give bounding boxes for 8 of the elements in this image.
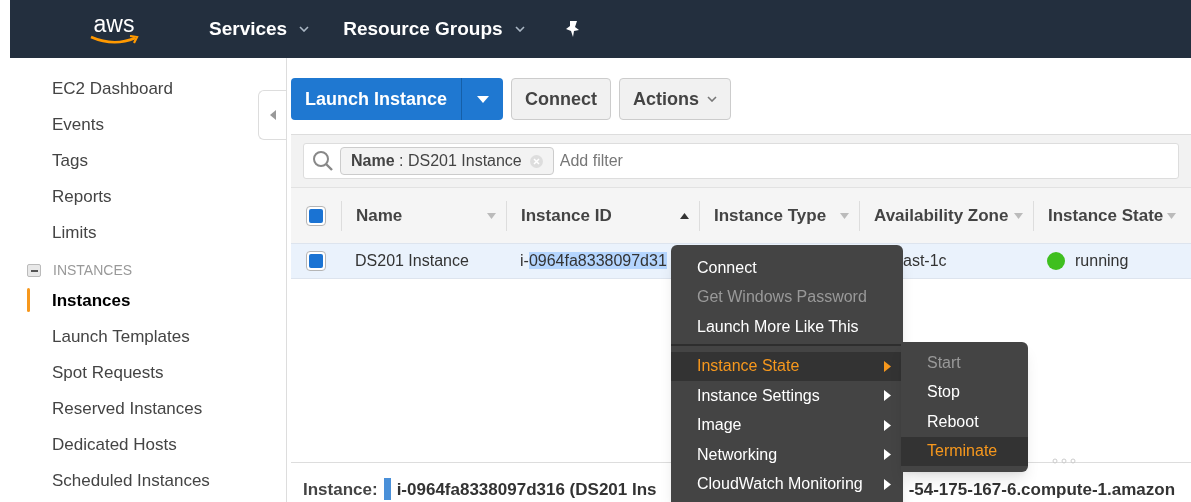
table-cell-text: running xyxy=(1075,251,1129,271)
section-heading: INSTANCES xyxy=(53,261,133,280)
table-cell: ast-1c xyxy=(903,252,947,269)
details-text: -54-175-167-6.compute-1.amazon xyxy=(908,478,1176,501)
details-text: i-0964fa8338097d316 (DS201 Ins xyxy=(396,479,657,499)
details-label: Instance: xyxy=(303,478,378,501)
table-cell: DS201 Instance xyxy=(355,252,469,269)
table-cell: i-0964fa8338097d31 xyxy=(520,252,667,269)
